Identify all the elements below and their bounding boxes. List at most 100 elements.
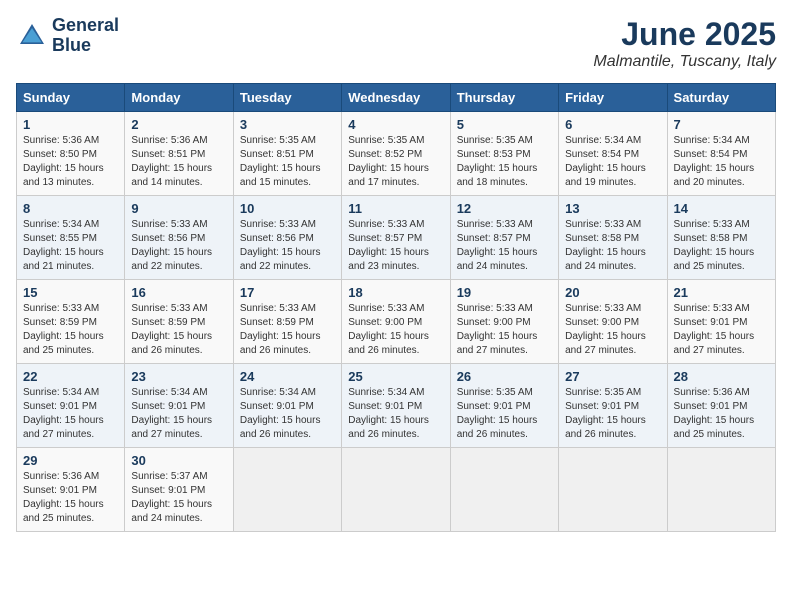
sunset-text: Sunset: 9:00 PM	[457, 317, 531, 328]
sunset-text: Sunset: 9:01 PM	[674, 317, 748, 328]
day-cell-4: 4 Sunrise: 5:35 AM Sunset: 8:52 PM Dayli…	[342, 112, 450, 196]
sunset-text: Sunset: 9:01 PM	[565, 401, 639, 412]
day-number: 2	[131, 117, 226, 132]
sunrise-text: Sunrise: 5:33 AM	[131, 303, 207, 314]
day-number: 11	[348, 201, 443, 216]
sunset-text: Sunset: 8:51 PM	[131, 149, 205, 160]
day-info: Sunrise: 5:36 AM Sunset: 8:50 PM Dayligh…	[23, 134, 118, 190]
day-cell-8: 8 Sunrise: 5:34 AM Sunset: 8:55 PM Dayli…	[17, 196, 125, 280]
sunset-text: Sunset: 8:51 PM	[240, 149, 314, 160]
sunrise-text: Sunrise: 5:34 AM	[348, 387, 424, 398]
day-info: Sunrise: 5:37 AM Sunset: 9:01 PM Dayligh…	[131, 470, 226, 526]
day-number: 14	[674, 201, 769, 216]
sunset-text: Sunset: 9:01 PM	[457, 401, 531, 412]
day-cell-2: 2 Sunrise: 5:36 AM Sunset: 8:51 PM Dayli…	[125, 112, 233, 196]
empty-cell	[559, 448, 667, 532]
day-number: 6	[565, 117, 660, 132]
daylight-text: Daylight: 15 hours and 24 minutes.	[131, 499, 212, 524]
day-number: 7	[674, 117, 769, 132]
day-info: Sunrise: 5:34 AM Sunset: 9:01 PM Dayligh…	[348, 386, 443, 442]
day-cell-14: 14 Sunrise: 5:33 AM Sunset: 8:58 PM Dayl…	[667, 196, 775, 280]
day-info: Sunrise: 5:36 AM Sunset: 9:01 PM Dayligh…	[23, 470, 118, 526]
sunrise-text: Sunrise: 5:35 AM	[348, 135, 424, 146]
sunset-text: Sunset: 9:00 PM	[348, 317, 422, 328]
day-info: Sunrise: 5:35 AM Sunset: 8:52 PM Dayligh…	[348, 134, 443, 190]
column-header-sunday: Sunday	[17, 84, 125, 112]
daylight-text: Daylight: 15 hours and 22 minutes.	[131, 247, 212, 272]
day-info: Sunrise: 5:33 AM Sunset: 8:58 PM Dayligh…	[674, 218, 769, 274]
day-info: Sunrise: 5:33 AM Sunset: 8:57 PM Dayligh…	[457, 218, 552, 274]
calendar-week-4: 22 Sunrise: 5:34 AM Sunset: 9:01 PM Dayl…	[17, 364, 776, 448]
day-cell-22: 22 Sunrise: 5:34 AM Sunset: 9:01 PM Dayl…	[17, 364, 125, 448]
day-cell-21: 21 Sunrise: 5:33 AM Sunset: 9:01 PM Dayl…	[667, 280, 775, 364]
day-cell-10: 10 Sunrise: 5:33 AM Sunset: 8:56 PM Dayl…	[233, 196, 341, 280]
day-cell-19: 19 Sunrise: 5:33 AM Sunset: 9:00 PM Dayl…	[450, 280, 558, 364]
sunset-text: Sunset: 8:52 PM	[348, 149, 422, 160]
day-number: 1	[23, 117, 118, 132]
day-cell-26: 26 Sunrise: 5:35 AM Sunset: 9:01 PM Dayl…	[450, 364, 558, 448]
empty-cell	[342, 448, 450, 532]
sunrise-text: Sunrise: 5:34 AM	[131, 387, 207, 398]
day-info: Sunrise: 5:36 AM Sunset: 8:51 PM Dayligh…	[131, 134, 226, 190]
sunrise-text: Sunrise: 5:36 AM	[23, 135, 99, 146]
sunset-text: Sunset: 9:01 PM	[348, 401, 422, 412]
daylight-text: Daylight: 15 hours and 18 minutes.	[457, 163, 538, 188]
day-cell-3: 3 Sunrise: 5:35 AM Sunset: 8:51 PM Dayli…	[233, 112, 341, 196]
column-header-saturday: Saturday	[667, 84, 775, 112]
day-info: Sunrise: 5:34 AM Sunset: 8:55 PM Dayligh…	[23, 218, 118, 274]
day-cell-5: 5 Sunrise: 5:35 AM Sunset: 8:53 PM Dayli…	[450, 112, 558, 196]
month-title: June 2025	[593, 16, 776, 53]
day-cell-13: 13 Sunrise: 5:33 AM Sunset: 8:58 PM Dayl…	[559, 196, 667, 280]
day-number: 23	[131, 369, 226, 384]
sunrise-text: Sunrise: 5:36 AM	[23, 471, 99, 482]
day-info: Sunrise: 5:36 AM Sunset: 9:01 PM Dayligh…	[674, 386, 769, 442]
day-info: Sunrise: 5:35 AM Sunset: 8:51 PM Dayligh…	[240, 134, 335, 190]
sunrise-text: Sunrise: 5:33 AM	[674, 219, 750, 230]
sunrise-text: Sunrise: 5:35 AM	[565, 387, 641, 398]
day-number: 4	[348, 117, 443, 132]
day-info: Sunrise: 5:33 AM Sunset: 8:59 PM Dayligh…	[131, 302, 226, 358]
logo: General Blue	[16, 16, 119, 56]
calendar-table: SundayMondayTuesdayWednesdayThursdayFrid…	[16, 83, 776, 532]
day-number: 9	[131, 201, 226, 216]
day-info: Sunrise: 5:35 AM Sunset: 9:01 PM Dayligh…	[565, 386, 660, 442]
day-cell-17: 17 Sunrise: 5:33 AM Sunset: 8:59 PM Dayl…	[233, 280, 341, 364]
day-number: 10	[240, 201, 335, 216]
day-info: Sunrise: 5:33 AM Sunset: 9:00 PM Dayligh…	[348, 302, 443, 358]
daylight-text: Daylight: 15 hours and 27 minutes.	[131, 415, 212, 440]
daylight-text: Daylight: 15 hours and 27 minutes.	[23, 415, 104, 440]
empty-cell	[667, 448, 775, 532]
day-cell-24: 24 Sunrise: 5:34 AM Sunset: 9:01 PM Dayl…	[233, 364, 341, 448]
logo-text: General Blue	[52, 16, 119, 56]
sunrise-text: Sunrise: 5:34 AM	[23, 387, 99, 398]
day-number: 22	[23, 369, 118, 384]
day-cell-25: 25 Sunrise: 5:34 AM Sunset: 9:01 PM Dayl…	[342, 364, 450, 448]
daylight-text: Daylight: 15 hours and 26 minutes.	[348, 331, 429, 356]
daylight-text: Daylight: 15 hours and 14 minutes.	[131, 163, 212, 188]
logo-icon	[16, 20, 48, 52]
daylight-text: Daylight: 15 hours and 15 minutes.	[240, 163, 321, 188]
sunrise-text: Sunrise: 5:34 AM	[240, 387, 316, 398]
calendar-week-1: 1 Sunrise: 5:36 AM Sunset: 8:50 PM Dayli…	[17, 112, 776, 196]
day-info: Sunrise: 5:33 AM Sunset: 9:01 PM Dayligh…	[674, 302, 769, 358]
sunset-text: Sunset: 8:56 PM	[131, 233, 205, 244]
daylight-text: Daylight: 15 hours and 24 minutes.	[565, 247, 646, 272]
sunrise-text: Sunrise: 5:33 AM	[240, 303, 316, 314]
day-info: Sunrise: 5:34 AM Sunset: 8:54 PM Dayligh…	[674, 134, 769, 190]
empty-cell	[233, 448, 341, 532]
daylight-text: Daylight: 15 hours and 26 minutes.	[240, 415, 321, 440]
day-number: 18	[348, 285, 443, 300]
day-number: 13	[565, 201, 660, 216]
sunrise-text: Sunrise: 5:33 AM	[674, 303, 750, 314]
sunset-text: Sunset: 9:00 PM	[565, 317, 639, 328]
column-header-thursday: Thursday	[450, 84, 558, 112]
day-number: 3	[240, 117, 335, 132]
sunrise-text: Sunrise: 5:33 AM	[240, 219, 316, 230]
day-cell-20: 20 Sunrise: 5:33 AM Sunset: 9:00 PM Dayl…	[559, 280, 667, 364]
daylight-text: Daylight: 15 hours and 26 minutes.	[240, 331, 321, 356]
day-cell-1: 1 Sunrise: 5:36 AM Sunset: 8:50 PM Dayli…	[17, 112, 125, 196]
page-header: General Blue June 2025 Malmantile, Tusca…	[16, 16, 776, 71]
day-number: 29	[23, 453, 118, 468]
sunrise-text: Sunrise: 5:35 AM	[457, 135, 533, 146]
calendar-header-row: SundayMondayTuesdayWednesdayThursdayFrid…	[17, 84, 776, 112]
